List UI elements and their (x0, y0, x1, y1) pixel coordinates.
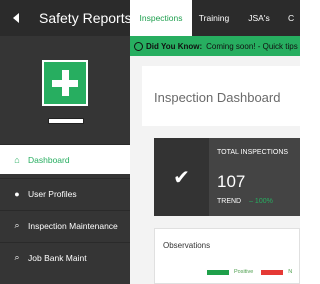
trend-value: – 100% (249, 198, 273, 205)
home-icon: ⌂ (14, 154, 20, 165)
lightbulb-icon (134, 41, 143, 51)
user-icon: ● (14, 188, 20, 199)
sidebar-item-label: Dashboard (28, 154, 70, 165)
main-content: Inspection Dashboard ✔ TOTAL INSPECTIONS… (130, 56, 300, 284)
user-name-bar (48, 118, 84, 124)
page-title-panel: Inspection Dashboard (142, 66, 300, 126)
app-brand-title: Safety Reports (39, 10, 132, 26)
cross-icon-bar (52, 80, 78, 87)
total-inspections-card[interactable]: ✔ TOTAL INSPECTIONS 107 TREND – 100% (154, 138, 300, 216)
stat-value: 107 (217, 172, 246, 191)
search-icon: ⌕ (14, 220, 20, 230)
legend-swatch-positive (207, 269, 229, 275)
sidebar-item-label: Inspection Maintenance (28, 220, 118, 231)
search-icon: ⌕ (14, 252, 20, 262)
sidebar-item-label: User Profiles (28, 188, 77, 199)
checkmark-icon: ✔ (154, 138, 209, 216)
back-arrow-icon[interactable] (13, 13, 19, 23)
trend-percent: 100% (254, 198, 273, 205)
sidebar-item-inspection-maintenance[interactable]: ⌕ Inspection Maintenance (0, 210, 130, 240)
stat-label: TOTAL INSPECTIONS (217, 149, 289, 156)
top-nav: Inspections Training JSA's C (130, 0, 300, 36)
sidebar-item-dashboard[interactable]: ⌂ Dashboard (0, 144, 130, 174)
observations-title: Observations (163, 241, 211, 250)
sidebar-item-label: Job Bank Maint (28, 252, 87, 263)
legend-label-negative: N (288, 269, 293, 275)
sidebar-item-job-bank-maint[interactable]: ⌕ Job Bank Maint (0, 242, 130, 272)
tip-bar: Did You Know: Coming soon! - Quick tips (130, 36, 300, 56)
app-logo (42, 60, 88, 106)
tab-inspections[interactable]: Inspections (130, 0, 192, 36)
legend-swatch-negative (261, 269, 284, 275)
observations-panel: Observations Positive N (154, 228, 300, 284)
sidebar-header: Safety Reports (0, 0, 132, 36)
tab-truncated[interactable]: C (282, 0, 300, 36)
tip-text: Coming soon! - Quick tips (206, 41, 298, 51)
legend-label-positive: Positive (234, 269, 254, 275)
page-title: Inspection Dashboard (154, 90, 281, 105)
stat-trend: TREND – 100% (217, 198, 273, 205)
trend-label: TREND (217, 198, 242, 205)
sidebar: ⌂ Dashboard ● User Profiles ⌕ Inspection… (0, 36, 130, 284)
tip-heading: Did You Know: (146, 41, 203, 51)
tab-jsas[interactable]: JSA's (236, 0, 282, 36)
tab-training[interactable]: Training (192, 0, 236, 36)
sidebar-item-user-profiles[interactable]: ● User Profiles (0, 178, 130, 208)
chart-legend: Positive N (207, 269, 292, 275)
